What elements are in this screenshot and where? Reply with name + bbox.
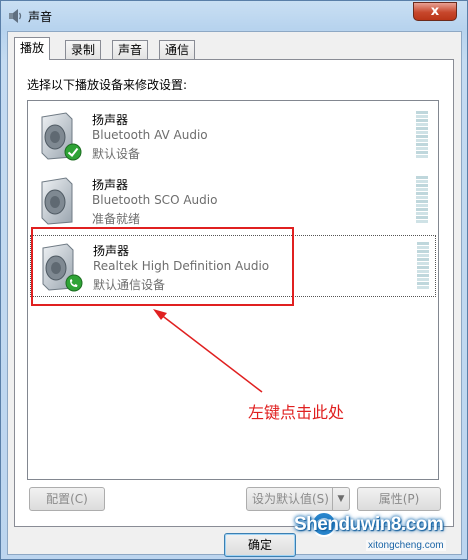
watermark: Shenduwin8.com xitongcheng.com	[290, 508, 466, 560]
watermark-main-text: Shenduwin8.com	[294, 514, 444, 535]
annotation-text: 左键点击此处	[248, 403, 345, 422]
watermark-sub-text: xitongcheng.com	[366, 540, 446, 551]
annotation-arrow-icon	[153, 309, 263, 393]
